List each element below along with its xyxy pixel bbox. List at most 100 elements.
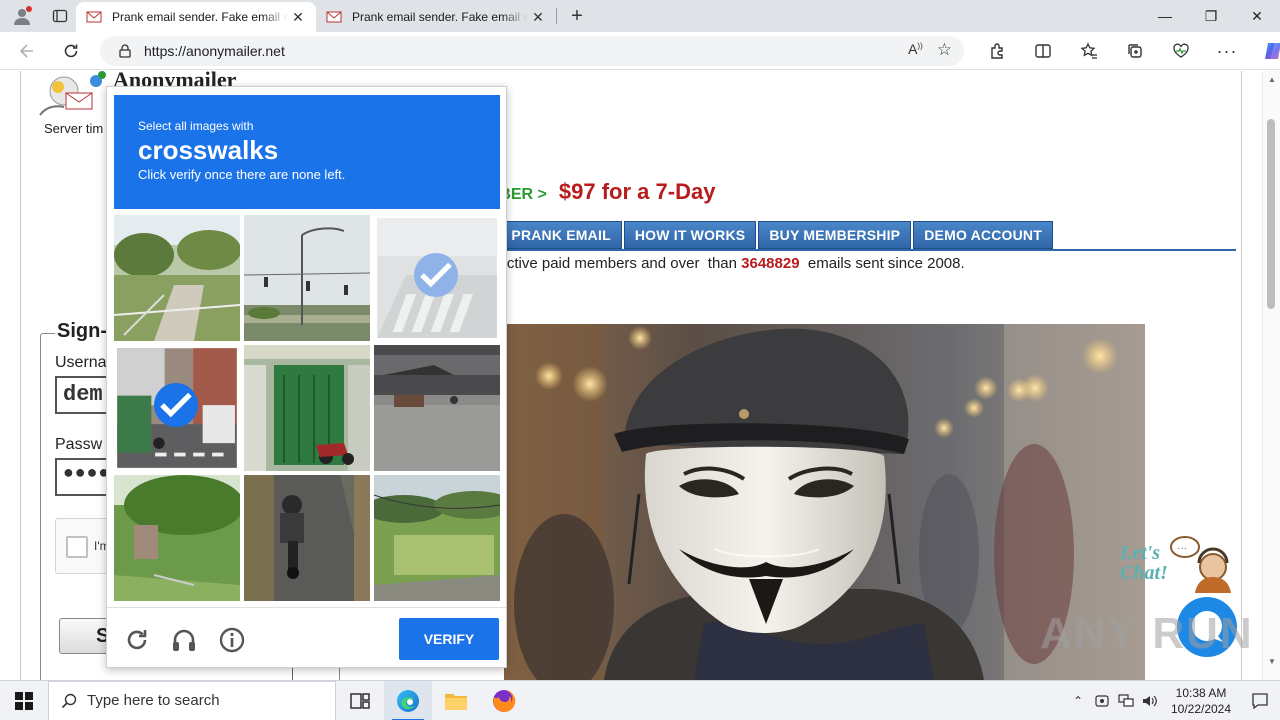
captcha-tile-7[interactable]	[114, 475, 240, 601]
back-button[interactable]	[10, 34, 44, 68]
tab-prank-email-1[interactable]: Prank email sender. Fake email se ✕	[76, 2, 316, 32]
audio-icon[interactable]	[170, 626, 198, 654]
verify-button[interactable]: VERIFY	[399, 618, 499, 660]
tile-image-motorbike	[244, 475, 370, 601]
tile-image-roadside	[374, 475, 500, 601]
lets-chat-label: Let's Chat!	[1120, 543, 1168, 583]
captcha-tile-5[interactable]	[244, 345, 370, 471]
site-nav: D PRANK EMAIL HOW IT WORKS BUY MEMBERSHI…	[486, 221, 1053, 249]
system-tray: ⌃ 10:38 AM 10/22/2024	[1066, 681, 1280, 720]
captcha-tile-1[interactable]	[114, 215, 240, 341]
username-label: Userna	[55, 354, 107, 371]
nav-buy-membership[interactable]: BUY MEMBERSHIP	[758, 221, 912, 249]
notification-dot	[26, 6, 32, 12]
tab-actions-button[interactable]	[44, 0, 76, 32]
performance-button[interactable]	[1158, 34, 1204, 68]
extensions-button[interactable]	[974, 34, 1020, 68]
windows-logo-icon	[15, 691, 33, 710]
taskbar-firefox[interactable]	[480, 681, 528, 720]
favorites-icon	[1080, 42, 1097, 59]
tab-close-icon[interactable]: ✕	[288, 7, 308, 27]
taskbar-edge[interactable]	[384, 680, 432, 720]
taskbar-clock[interactable]: 10:38 AM 10/22/2024	[1162, 685, 1240, 717]
profile-button[interactable]	[0, 0, 44, 32]
tab-prank-email-2[interactable]: Prank email sender. Fake email se ✕	[316, 2, 556, 32]
minimize-button[interactable]: —	[1142, 0, 1188, 32]
anonymailer-logo	[39, 71, 106, 116]
network-icon[interactable]	[1114, 681, 1138, 720]
captcha-tile-4[interactable]	[114, 345, 240, 471]
close-window-button[interactable]: ✕	[1234, 0, 1280, 32]
collections-button[interactable]	[1112, 34, 1158, 68]
svg-text:···: ···	[1177, 543, 1187, 554]
nav-underline	[486, 249, 1236, 251]
captcha-tile-9[interactable]	[374, 475, 500, 601]
clock-time: 10:38 AM	[1175, 686, 1227, 700]
scroll-down-icon[interactable]: ▼	[1267, 657, 1277, 666]
settings-menu-button[interactable]: ···	[1204, 34, 1250, 68]
chat-label-line-1: Let's	[1120, 542, 1160, 564]
recaptcha-checkbox[interactable]	[66, 536, 88, 558]
puzzle-icon	[991, 43, 1003, 59]
tab-title: Prank email sender. Fake email se	[112, 10, 288, 24]
tile-selected-check-icon	[414, 253, 458, 297]
captcha-subtitle: Select all images with	[138, 119, 254, 133]
split-screen-button[interactable]	[1020, 34, 1066, 68]
stats-text-1: active paid members and over than	[494, 255, 742, 272]
nav-how-it-works[interactable]: HOW IT WORKS	[623, 221, 757, 249]
tile-image-hillside	[114, 215, 240, 341]
anyrun-watermark: ANY RUN	[1040, 609, 1254, 658]
new-tab-button[interactable]: +	[561, 0, 593, 32]
signin-legend: Sign-	[55, 320, 109, 343]
captcha-tile-6[interactable]	[374, 345, 500, 471]
tile-selected-check-icon	[154, 383, 198, 427]
more-dots-icon: ···	[1216, 40, 1238, 61]
nav-demo-account[interactable]: DEMO ACCOUNT	[913, 221, 1053, 249]
task-view-button[interactable]	[336, 681, 384, 720]
taskbar-search-box[interactable]: Type here to search	[48, 680, 336, 720]
captcha-header: Select all images with crosswalks Click …	[114, 95, 500, 209]
copilot-icon	[1265, 43, 1280, 59]
captcha-tile-3[interactable]	[374, 215, 500, 341]
tile-image-street-light	[244, 215, 370, 341]
restore-button[interactable]: ❐	[1188, 0, 1234, 32]
read-aloud-icon[interactable]: A))	[908, 41, 923, 59]
volume-icon[interactable]	[1138, 681, 1162, 720]
captcha-keyword: crosswalks	[138, 135, 279, 165]
windows-taskbar: Type here to search ⌃ 10:38 AM 10/22/202…	[0, 680, 1280, 720]
toolbar-extensions: ···	[974, 34, 1280, 68]
notification-center-button[interactable]	[1240, 681, 1280, 720]
site-stats: 4 active paid members and over than 3648…	[486, 255, 965, 272]
reload-icon[interactable]	[123, 626, 151, 654]
emails-count: 3648829	[741, 255, 800, 272]
meet-now-icon[interactable]	[1090, 681, 1114, 720]
tile-image-garden	[114, 475, 240, 601]
page-scrollbar[interactable]: ▲ ▼	[1262, 71, 1280, 680]
refresh-icon	[64, 44, 78, 58]
back-arrow-icon	[19, 44, 33, 58]
captcha-tile-2[interactable]	[244, 215, 370, 341]
server-time-label: Server tim	[44, 121, 104, 136]
refresh-button[interactable]	[54, 34, 88, 68]
window-controls: — ❐ ✕	[1142, 0, 1280, 32]
collections-icon	[1128, 44, 1142, 58]
copilot-button[interactable]	[1250, 34, 1280, 68]
tile-image-plaza	[374, 345, 500, 471]
browser-tab-bar: Prank email sender. Fake email se ✕ Pran…	[0, 0, 1280, 32]
taskbar-search-placeholder: Type here to search	[87, 692, 220, 709]
tab-close-icon[interactable]: ✕	[528, 7, 548, 27]
start-button[interactable]	[0, 681, 48, 720]
address-bar[interactable]: https://anonymailer.net A)) ☆	[100, 36, 964, 66]
tray-overflow-icon[interactable]: ⌃	[1066, 681, 1090, 720]
tab-title: Prank email sender. Fake email se	[352, 10, 528, 24]
favorites-button[interactable]	[1066, 34, 1112, 68]
tile-image-green-door	[244, 345, 370, 471]
taskbar-file-explorer[interactable]	[432, 681, 480, 720]
favorite-star-icon[interactable]: ☆	[937, 41, 952, 59]
folder-icon	[445, 693, 467, 710]
tab-separator	[556, 8, 557, 24]
scroll-up-icon[interactable]: ▲	[1267, 75, 1277, 84]
scrollbar-thumb[interactable]	[1267, 119, 1275, 309]
info-icon[interactable]	[218, 626, 246, 654]
captcha-tile-8[interactable]	[244, 475, 370, 601]
